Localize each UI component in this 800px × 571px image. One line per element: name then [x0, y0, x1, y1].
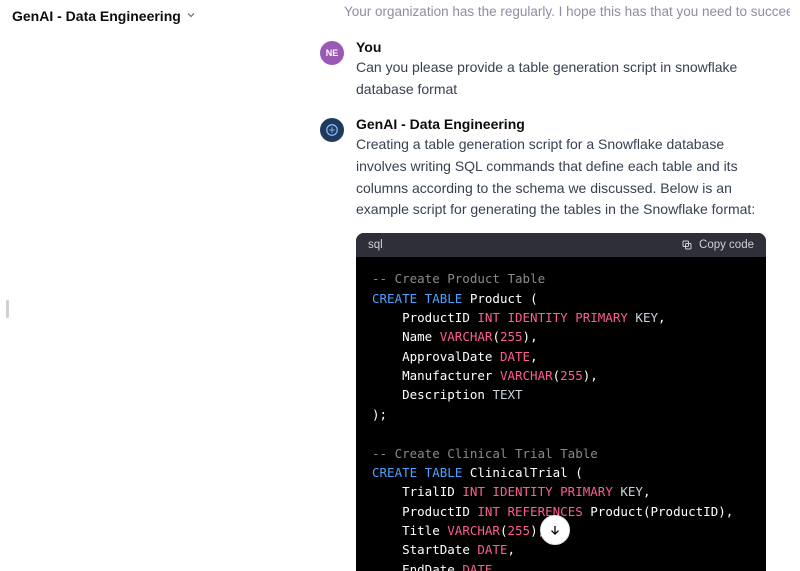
assistant-name: GenAI - Data Engineering — [356, 116, 766, 132]
user-avatar: NE — [320, 41, 344, 65]
conversation-pane: Your organization has the regularly. I h… — [320, 0, 790, 571]
user-text: Can you please provide a table generatio… — [356, 57, 766, 100]
prev-message-tail: Your organization has the regularly. I h… — [320, 0, 790, 27]
clipboard-icon — [681, 239, 693, 251]
code-toolbar: sql Copy code — [356, 233, 766, 257]
scroll-indicator — [6, 300, 9, 318]
scroll-to-bottom-button[interactable] — [540, 515, 570, 545]
code-lang: sql — [368, 239, 383, 251]
model-name: GenAI - Data Engineering — [12, 8, 181, 24]
user-message: NE You Can you please provide a table ge… — [320, 27, 790, 104]
copy-code-button[interactable]: Copy code — [681, 239, 754, 251]
assistant-avatar — [320, 118, 344, 142]
user-name: You — [356, 39, 766, 55]
arrow-down-icon — [548, 523, 562, 537]
chevron-down-icon — [185, 8, 197, 24]
assistant-message: GenAI - Data Engineering Creating a tabl… — [320, 104, 790, 571]
assistant-text: Creating a table generation script for a… — [356, 134, 766, 221]
